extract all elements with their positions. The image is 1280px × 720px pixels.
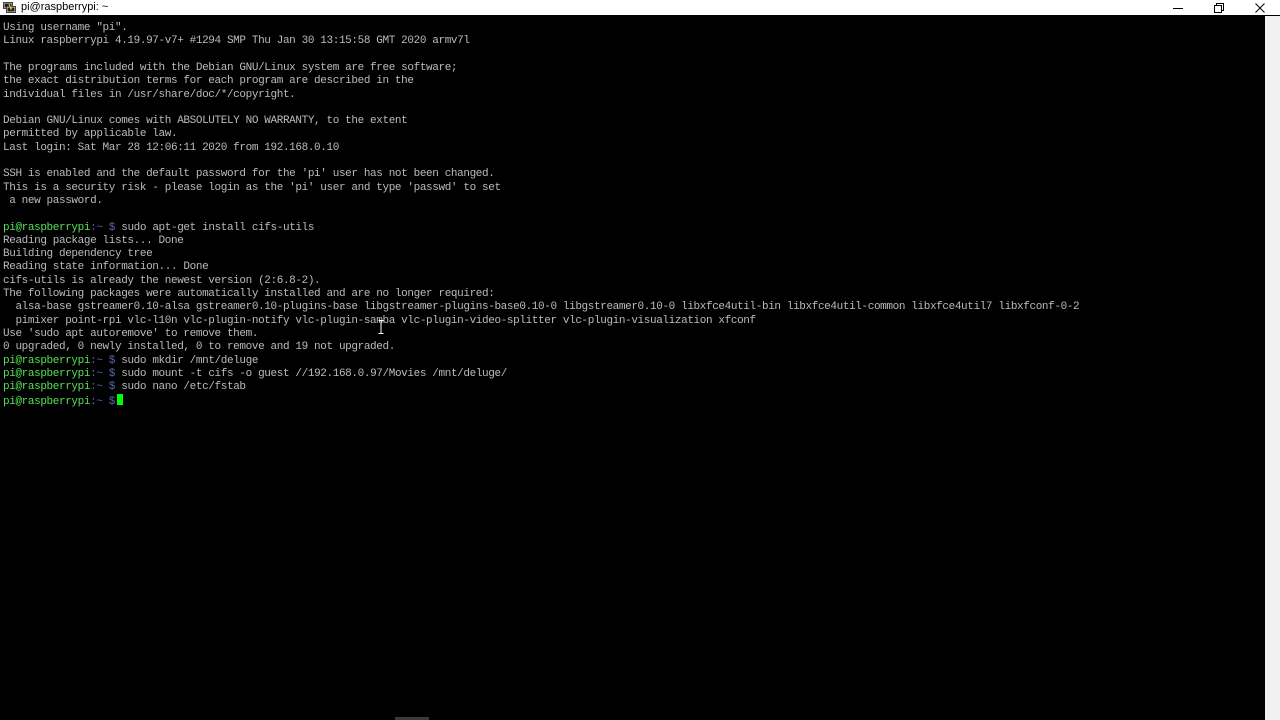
- text-cursor-icon: [378, 320, 384, 334]
- output-line: 0 upgraded, 0 newly installed, 0 to remo…: [3, 341, 395, 354]
- minimize-button[interactable]: [1157, 0, 1198, 15]
- restore-button[interactable]: [1198, 0, 1239, 15]
- shell-prompt-user-host: pi@raspberrypi: [3, 221, 91, 234]
- window-controls: [1157, 0, 1280, 15]
- output-text: cifs-utils is already the newest version…: [3, 274, 321, 287]
- output-line: alsa-base gstreamer0.10-alsa gstreamer0.…: [3, 301, 1079, 314]
- output-line: SSH is enabled and the default password …: [3, 168, 495, 181]
- output-text: Building dependency tree: [3, 248, 153, 261]
- shell-prompt-user-host: pi@raspberrypi: [3, 354, 91, 367]
- command-text: sudo mkdir /mnt/deluge: [115, 354, 259, 367]
- output-text: SSH is enabled and the default password …: [3, 168, 495, 181]
- output-line: Reading package lists... Done: [3, 234, 184, 248]
- output-text: This is a security risk - please login a…: [3, 181, 501, 194]
- output-line: Using username "pi".: [3, 22, 128, 35]
- output-text: Use 'sudo apt autoremove' to remove them…: [3, 327, 259, 340]
- command-line: pi@raspberrypi:~ $: [3, 394, 123, 409]
- output-text: alsa-base gstreamer0.10-alsa gstreamer0.…: [3, 301, 1080, 314]
- output-text: 0 upgraded, 0 newly installed, 0 to remo…: [3, 341, 395, 354]
- output-text: Reading package lists... Done: [3, 234, 184, 247]
- command-text: sudo apt-get install cifs-utils: [115, 221, 315, 234]
- close-button[interactable]: [1239, 0, 1280, 15]
- output-line: a new password.: [3, 195, 103, 208]
- terminal-window: pi@raspberrypi: ~ Using username "pi". Li…: [0, 0, 1280, 720]
- command-line: pi@raspberrypi:~ $ sudo nano /etc/fstab: [3, 381, 246, 394]
- output-line: The programs included with the Debian GN…: [3, 61, 458, 75]
- vertical-scrollbar[interactable]: [1265, 16, 1280, 720]
- command-text: sudo mount -t cifs -o guest //192.168.0.…: [115, 367, 507, 380]
- command-line: pi@raspberrypi:~ $ sudo apt-get install …: [3, 222, 314, 235]
- output-text: Debian GNU/Linux comes with ABSOLUTELY N…: [3, 115, 408, 128]
- shell-prompt-user-host: pi@raspberrypi: [3, 396, 91, 409]
- output-line: cifs-utils is already the newest version…: [3, 274, 321, 288]
- output-text: Reading state information... Done: [3, 261, 209, 274]
- terminal-cursor: [117, 394, 123, 406]
- putty-app-icon[interactable]: [3, 2, 16, 13]
- output-text: permitted by applicable law.: [3, 128, 178, 141]
- output-line: This is a security risk - please login a…: [3, 182, 501, 195]
- output-text: Last login: Sat Mar 28 12:06:11 2020 fro…: [3, 141, 339, 154]
- command-line: pi@raspberrypi:~ $ sudo mount -t cifs -o…: [3, 368, 507, 381]
- output-line: individual files in /usr/share/doc/*/cop…: [3, 88, 296, 102]
- output-text: a new password.: [3, 194, 103, 207]
- shell-prompt-path: :~ $: [90, 367, 115, 380]
- output-line: Building dependency tree: [3, 248, 153, 261]
- output-text: the exact distribution terms for each pr…: [3, 75, 414, 88]
- output-line: The following packages were automaticall…: [3, 288, 495, 301]
- shell-prompt-user-host: pi@raspberrypi: [3, 381, 91, 394]
- terminal-output[interactable]: Using username "pi". Linux raspberrypi 4.…: [0, 16, 1265, 720]
- title-bar[interactable]: pi@raspberrypi: ~: [0, 0, 1280, 15]
- command-text: sudo nano /etc/fstab: [115, 381, 246, 394]
- output-line: permitted by applicable law.: [3, 128, 178, 141]
- output-line: Linux raspberrypi 4.19.97-v7+ #1294 SMP …: [3, 35, 470, 48]
- window-title: pi@raspberrypi: ~: [21, 1, 109, 13]
- output-line: Use 'sudo apt autoremove' to remove them…: [3, 328, 258, 341]
- close-icon: [1254, 2, 1265, 13]
- output-text: individual files in /usr/share/doc/*/cop…: [3, 88, 296, 101]
- output-text: The following packages were automaticall…: [3, 288, 495, 300]
- output-text: The programs included with the Debian GN…: [3, 61, 458, 74]
- shell-prompt-path: :~ $: [90, 354, 115, 367]
- shell-prompt-path: :~ $: [90, 381, 115, 394]
- output-text: Using username "pi".: [3, 22, 128, 34]
- output-text: Linux raspberrypi 4.19.97-v7+ #1294 SMP …: [3, 35, 470, 48]
- shell-prompt-path: :~ $: [90, 396, 115, 409]
- restore-icon: [1213, 2, 1224, 13]
- shell-prompt-path: :~ $: [90, 221, 115, 234]
- shell-prompt-user-host: pi@raspberrypi: [3, 367, 91, 380]
- minimize-icon: [1172, 7, 1183, 9]
- output-line: the exact distribution terms for each pr…: [3, 75, 414, 88]
- command-line: pi@raspberrypi:~ $ sudo mkdir /mnt/delug…: [3, 355, 258, 368]
- output-line: Reading state information... Done: [3, 261, 209, 274]
- output-line: Last login: Sat Mar 28 12:06:11 2020 fro…: [3, 142, 339, 155]
- output-line: Debian GNU/Linux comes with ABSOLUTELY N…: [3, 115, 408, 128]
